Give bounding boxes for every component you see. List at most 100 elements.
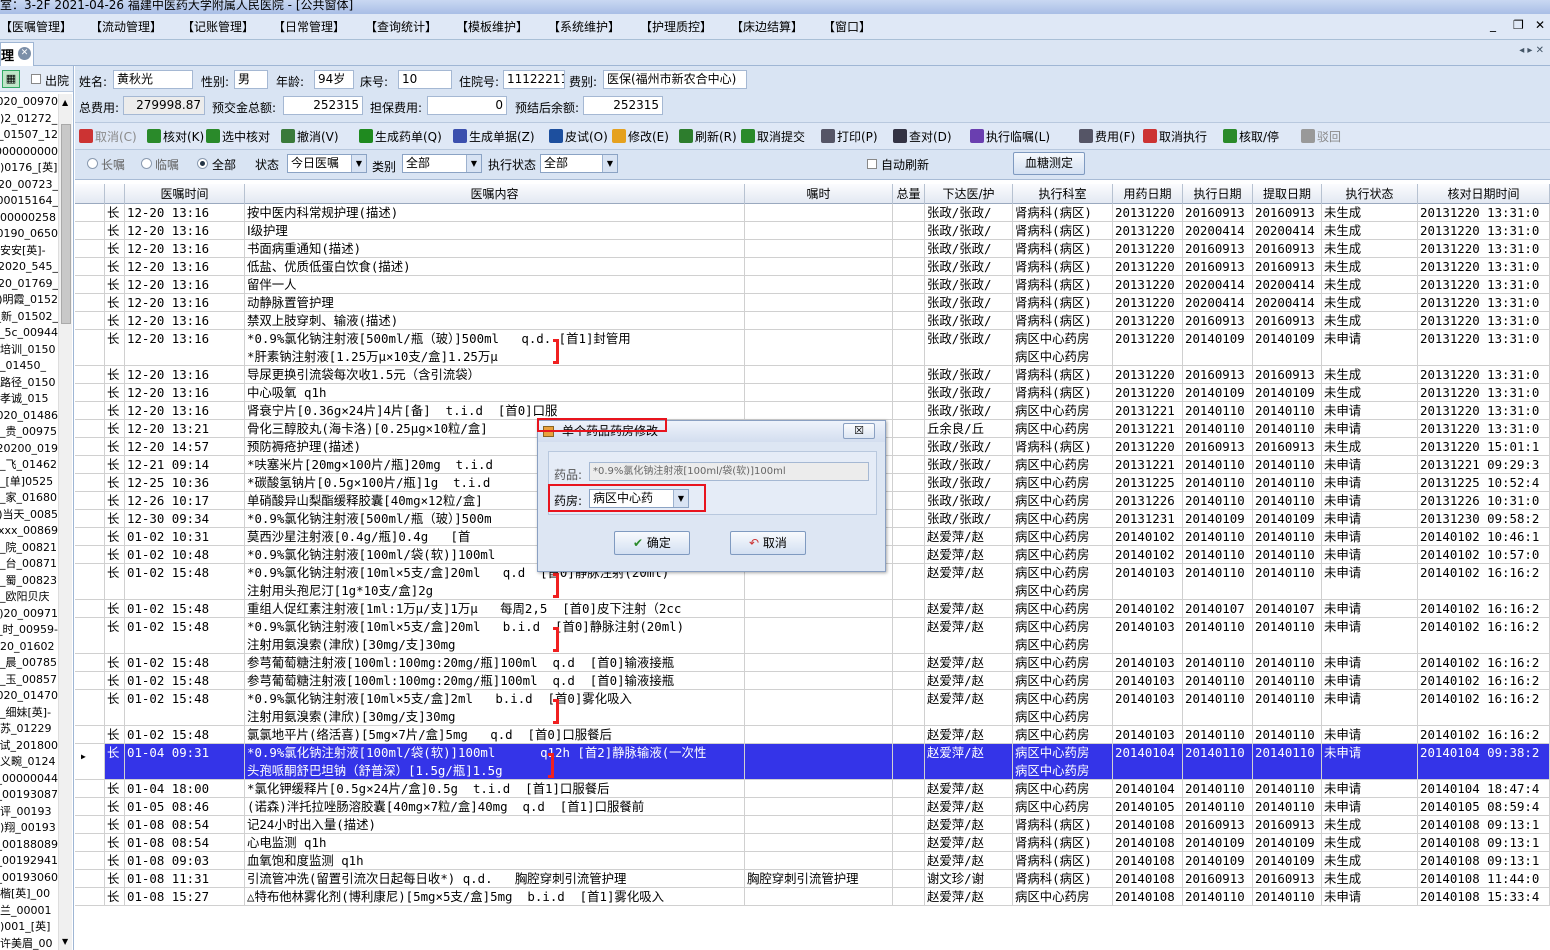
column-header-order-content[interactable]: 医嘱内容 [245,184,745,204]
patient-list-scrollbar[interactable]: ▲ ▼ [58,94,72,950]
patient-list-item[interactable]: 0650_20190 [0,226,58,243]
toolbar-button-check[interactable]: 核对(K) [147,128,204,145]
radio-long-order[interactable] [87,158,98,169]
column-header-order-time[interactable]: 医嘱时间 [125,184,245,204]
table-row[interactable]: 长 01-02 15:48 参芎葡萄糖注射液[100ml:100mg:20mg/瓶]… [75,672,1550,690]
patient-list-item[interactable]: _00723_20 [0,177,58,194]
column-header-quantity[interactable]: 总量 [893,184,925,204]
menu-template[interactable]: 【模板维护】 [456,18,528,35]
column-header-fetch-date[interactable]: 提取日期 [1253,184,1322,204]
patient-list-item[interactable]: 00193087_ [0,787,58,804]
menu-query-stats[interactable]: 【查询统计】 [365,18,437,35]
scroll-down-icon[interactable]: ▼ [62,937,68,946]
patient-list-item[interactable]: 01602_20 [0,639,58,656]
toolbar-button-needle[interactable]: 皮试(O) [549,128,608,145]
patient-list-item[interactable]: 路径_0150 [0,375,58,392]
patient-list-item[interactable]: 5c_00944_ [0,325,58,342]
patient-list-item[interactable]: [英]_0176( [0,160,58,177]
menu-bedside-settle[interactable]: 【床边结算】 [731,18,803,35]
scroll-up-icon[interactable]: ▲ [62,98,68,107]
table-row[interactable]: 长 01-02 15:48 参芎葡萄糖注射液[100ml:100mg:20mg/瓶]… [75,654,1550,672]
patient-list-item[interactable]: 欧阳贝庆_ [0,589,58,606]
toolbar-button-undo[interactable]: 取消(C) [79,128,137,145]
table-row[interactable]: 长 12-20 13:16 *0.9%氯化钠注射液[500ml/瓶（玻）]500ml… [75,330,1550,366]
toolbar-button-eraser[interactable]: 修改(E) [612,128,669,145]
patient-list-item[interactable]: 义畹_0124 [0,754,58,771]
table-row[interactable]: 长 12-20 13:16 按中医内科常规护理(描述) 张政/张政/肾病科(病区) 20… [75,204,1550,222]
patient-list-item[interactable]: 家_01680_ [0,490,58,507]
patient-list-item[interactable]: 00000044_ [0,771,58,788]
column-header-type[interactable] [105,184,125,204]
table-row[interactable]: 长 12-20 13:16 动静脉置管护理 张政/张政/肾病科(病区) 20131220… [75,294,1550,312]
toolbar-button-cancel-submit[interactable]: 取消提交 [741,128,805,145]
table-row[interactable]: 长 01-02 15:48 氯氯地平片(络活喜)[5mg×7片/盒]5mg q.d … [75,726,1550,744]
patient-list-icon[interactable]: ▦ [2,70,20,88]
table-row[interactable]: 长 01-02 15:48 *0.9%氯化钠注射液[10ml×5支/盒]2ml b.… [75,690,1550,726]
patient-list-item[interactable]: 00971_20( [0,606,58,623]
menu-nursing-qc[interactable]: 【护理质控】 [640,18,712,35]
table-row[interactable]: 长 01-02 15:48 重组人促红素注射液[1ml:1万μ/支]1万μ 每周2,… [75,600,1550,618]
radio-all[interactable] [197,158,208,169]
table-row[interactable]: 长 01-08 08:54 心电监测 q1h 赵爱萍/赵 肾病科(病区) 20140108… [75,834,1550,852]
blood-sugar-button[interactable]: 血糖测定 [1013,152,1085,175]
table-row[interactable]: 长 12-20 13:16 导尿更换引流袋每次收1.5元（含引流袋） 张政/张政/肾病… [75,366,1550,384]
category-select[interactable]: 全部 ▼ [402,154,482,173]
table-row[interactable]: 长 01-02 15:48 *0.9%氯化钠注射液[10ml×5支/盒]20ml b… [75,618,1550,654]
patient-list-item[interactable]: xxx_00869_ [0,523,58,540]
patient-list-item[interactable]: 贵_00975_ [0,424,58,441]
tab-nav-icon[interactable]: ◂ ▸ ✕ [1519,45,1544,56]
patient-list-item[interactable]: 培训_0150 [0,342,58,359]
menu-order-management[interactable]: 【医嘱管理】 [0,18,72,35]
table-row[interactable]: 长 01-08 08:54 记24小时出入量(描述) 赵爱萍/赵 肾病科(病区) 2014… [75,816,1550,834]
patient-list-item[interactable]: 01470_2020 [0,688,58,705]
column-header-exec-status[interactable]: 执行状态 [1322,184,1418,204]
patient-list-item[interactable]: 评_00193 [0,804,58,821]
table-row[interactable]: 长 12-20 13:16 中心吸氧 q1h 张政/张政/肾病科(病区) 2013122… [75,384,1550,402]
chevron-down-icon[interactable]: ▼ [602,155,617,172]
toolbar-button-undo-exec[interactable]: 取消执行 [1143,128,1207,145]
minimize-icon[interactable]: _ [1490,18,1496,32]
patient-list-item[interactable]: [英]_001( [0,919,58,936]
patient-list-item[interactable]: 00192941_ [0,853,58,870]
patient-list-item[interactable]: -细妹[英]_ [0,705,58,722]
patient-list-item[interactable]: 000000000 [0,144,58,161]
menu-window[interactable]: 【窗口】 [823,18,871,35]
toolbar-button-revoke[interactable]: 撤消(V) [281,128,339,145]
radio-temp-order[interactable] [141,158,152,169]
patient-list-item[interactable]: 00970_2020( [0,94,58,111]
column-header-doctor-nurse[interactable]: 下达医/护 [925,184,1013,204]
patient-list-item[interactable]: 蜀_00823_ [0,573,58,590]
tab-nursing[interactable]: 理 ✕ [0,42,34,66]
column-header-check-datetime[interactable]: 核对日期时间 [1418,184,1550,204]
patient-list-item[interactable]: 楷[英]_00 [0,886,58,903]
column-header-order-note[interactable]: 嘱时 [745,184,893,204]
table-row[interactable]: 长 01-05 08:46 (诺森)泮托拉唑肠溶胶囊[40mg×7粒/盒]40mg … [75,798,1550,816]
menu-daily[interactable]: 【日常管理】 [273,18,345,35]
patient-list-item[interactable]: _545_2020( [0,259,58,276]
table-row[interactable]: 长 01-08 09:03 血氧饱和度监测 q1h 赵爱萍/赵 肾病科(病区) 20140… [75,852,1550,870]
patient-list-item[interactable]: 许美眉_00 [0,936,58,950]
toolbar-button-reject[interactable]: 驳回 [1301,128,1341,145]
table-row[interactable]: 长 12-20 13:16 书面病重通知(描述) 张政/张政/肾病科(病区) 20131… [75,240,1550,258]
menu-system[interactable]: 【系统维护】 [548,18,620,35]
toolbar-button-execute[interactable]: 执行临嘱(L) [970,128,1050,145]
patient-list-item[interactable]: 00000258 [0,210,58,227]
table-row[interactable]: 长 12-20 13:16 禁双上肢穿刺、输液(描述) 张政/张政/肾病科(病区) 20… [75,312,1550,330]
patient-list-item[interactable]: 0525[单]_ [0,474,58,491]
toolbar-button-check-stop[interactable]: 核取/停 [1223,128,1279,145]
patient-list-item[interactable]: 台_00871_ [0,556,58,573]
chevron-down-icon[interactable]: ▼ [351,155,366,172]
close-icon[interactable]: ✕ [1535,18,1545,32]
table-row[interactable]: 长 12-20 13:16 低盐、优质低蛋白饮食(描述) 张政/张政/肾病科(病区) 2… [75,258,1550,276]
toolbar-button-printer[interactable]: 打印(P) [821,128,878,145]
toolbar-button-refresh[interactable]: 刷新(R) [679,128,737,145]
column-header-use-date[interactable]: 用药日期 [1113,184,1183,204]
ok-button[interactable]: ✔ 确定 [614,531,690,555]
patient-list-item[interactable]: 孝诚_015 [0,391,58,408]
chevron-down-icon[interactable]: ▼ [466,155,481,172]
table-row[interactable]: 长 01-08 15:27 △特布他林雾化剂(博利康尼)[5mg×5支/盒]5mg … [75,888,1550,906]
restore-icon[interactable]: ❐ [1513,18,1524,32]
patient-list-item[interactable]: _01272_2( [0,111,58,128]
exec-status-select[interactable]: 全部 ▼ [540,154,618,173]
patient-list-item[interactable]: _01769_20 [0,276,58,293]
